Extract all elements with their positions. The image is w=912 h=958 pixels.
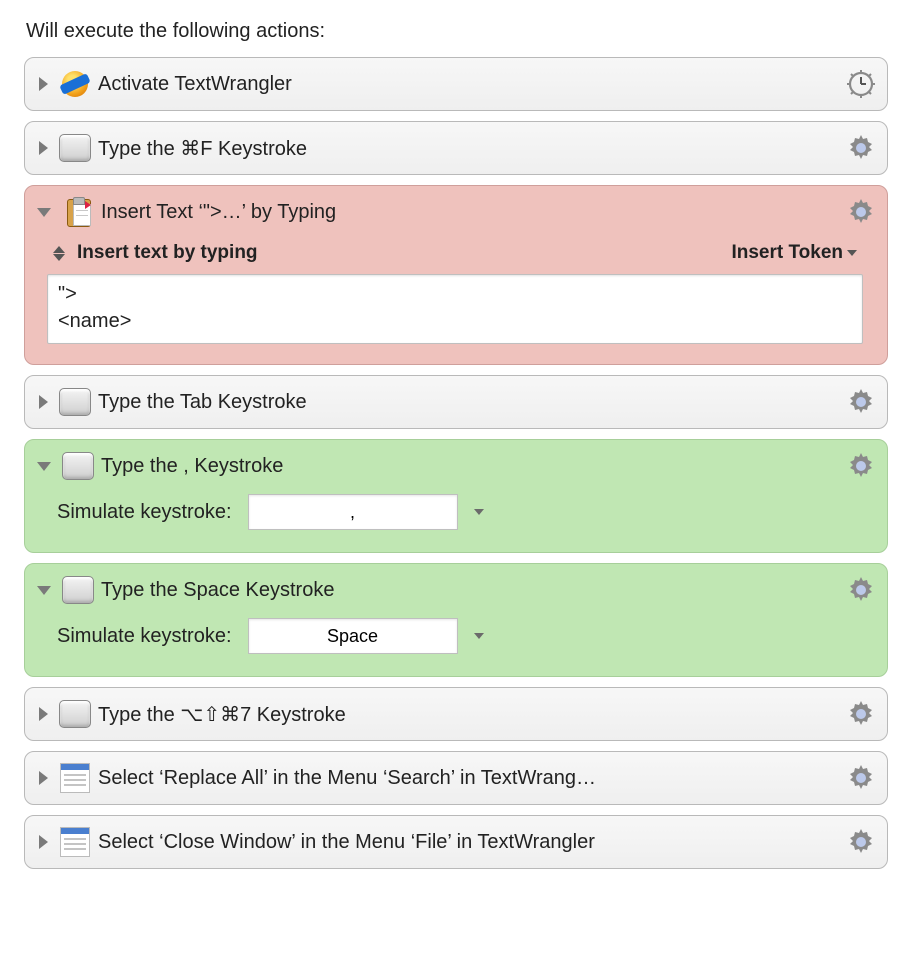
insert-mode-label[interactable]: Insert text by typing [77, 242, 258, 264]
action-title: Type the Space Keystroke [101, 579, 841, 602]
action-title: Select ‘Close Window’ in the Menu ‘File’… [98, 831, 841, 854]
action-row[interactable]: Type the Space Keystroke Simulate keystr… [24, 563, 888, 677]
disclosure-triangle-icon[interactable] [37, 586, 51, 595]
gear-icon[interactable] [847, 576, 875, 604]
action-row[interactable]: Insert Text ‘">…’ by Typing Insert text … [24, 185, 888, 365]
action-row[interactable]: Type the Tab Keystroke [24, 375, 888, 429]
keystroke-field[interactable] [248, 618, 458, 654]
chevron-down-icon [847, 250, 857, 256]
action-title: Type the ⌥⇧⌘7 Keystroke [98, 702, 841, 727]
action-row[interactable]: Type the ⌥⇧⌘7 Keystroke [24, 687, 888, 741]
chevron-down-icon[interactable] [474, 633, 484, 639]
menu-icon [58, 827, 92, 857]
action-row[interactable]: Type the ⌘F Keystroke [24, 121, 888, 175]
menu-icon [58, 763, 92, 793]
section-heading: Will execute the following actions: [26, 20, 888, 43]
simulate-keystroke-label: Simulate keystroke: [57, 501, 232, 524]
keystroke-field[interactable] [248, 494, 458, 530]
action-row[interactable]: Activate TextWrangler [24, 57, 888, 111]
disclosure-triangle-icon[interactable] [39, 77, 48, 91]
disclosure-triangle-icon[interactable] [39, 835, 48, 849]
action-row[interactable]: Select ‘Close Window’ in the Menu ‘File’… [24, 815, 888, 869]
clipboard-icon [61, 197, 95, 227]
keyboard-key-icon [58, 387, 92, 417]
disclosure-triangle-icon[interactable] [37, 208, 51, 217]
keyboard-key-icon [58, 699, 92, 729]
gear-icon[interactable] [847, 198, 875, 226]
disclosure-triangle-icon[interactable] [39, 771, 48, 785]
action-title: Activate TextWrangler [98, 73, 841, 96]
gear-icon[interactable] [847, 134, 875, 162]
action-title: Insert Text ‘">…’ by Typing [101, 201, 841, 224]
action-title: Type the Tab Keystroke [98, 391, 841, 414]
action-row[interactable]: Type the , Keystroke Simulate keystroke: [24, 439, 888, 553]
insert-token-button[interactable]: Insert Token [731, 242, 857, 264]
gear-icon[interactable] [847, 388, 875, 416]
keyboard-key-icon [58, 133, 92, 163]
action-title: Select ‘Replace All’ in the Menu ‘Search… [98, 767, 841, 790]
gear-icon[interactable] [847, 764, 875, 792]
disclosure-triangle-icon[interactable] [37, 462, 51, 471]
gear-icon[interactable] [847, 700, 875, 728]
timed-gear-icon[interactable] [847, 70, 875, 98]
action-title: Type the ⌘F Keystroke [98, 136, 841, 161]
keyboard-key-icon [61, 575, 95, 605]
keyboard-key-icon [61, 451, 95, 481]
insert-text-body: Insert text by typing Insert Token "> <n… [33, 230, 877, 356]
disclosure-triangle-icon[interactable] [39, 395, 48, 409]
action-list: Activate TextWrangler [24, 57, 888, 869]
stepper-icon[interactable] [53, 246, 67, 261]
simulate-keystroke-label: Simulate keystroke: [57, 625, 232, 648]
chevron-down-icon[interactable] [474, 509, 484, 515]
gear-icon[interactable] [847, 452, 875, 480]
disclosure-triangle-icon[interactable] [39, 141, 48, 155]
disclosure-triangle-icon[interactable] [39, 707, 48, 721]
insert-text-field[interactable]: "> <name> [47, 274, 863, 344]
action-title: Type the , Keystroke [101, 455, 841, 478]
app-icon [58, 69, 92, 99]
gear-icon[interactable] [847, 828, 875, 856]
action-row[interactable]: Select ‘Replace All’ in the Menu ‘Search… [24, 751, 888, 805]
